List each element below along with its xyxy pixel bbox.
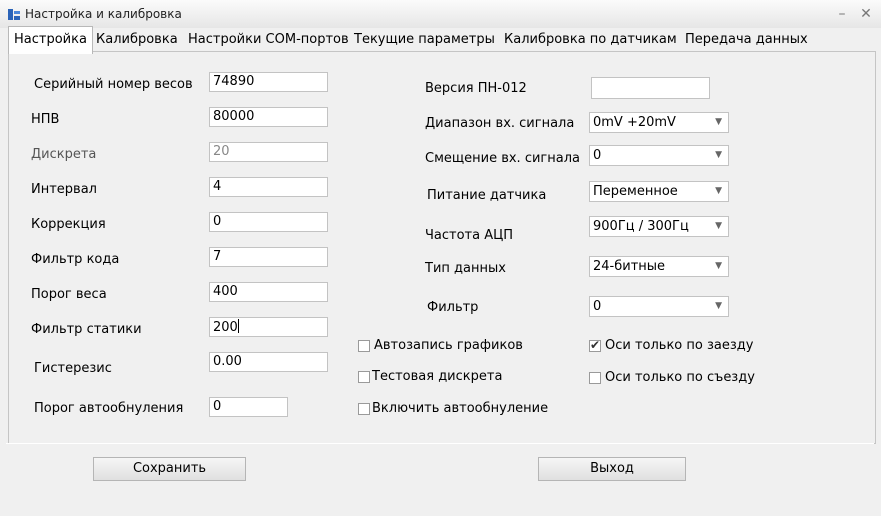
filter-select[interactable]: 0 ▼	[589, 296, 729, 317]
tab-current-params[interactable]: Текущие параметры	[349, 28, 500, 51]
tab-com-ports[interactable]: Настройки COM-портов	[183, 28, 354, 51]
chevron-down-icon: ▼	[715, 301, 722, 311]
filter-label: Фильтр	[427, 300, 479, 315]
data-type-select[interactable]: 24-битные ▼	[589, 256, 729, 277]
settings-panel: Серийный номер весов НПВ Дискрета Интерв…	[8, 51, 876, 444]
static-filter-value: 200	[213, 320, 238, 335]
npv-label: НПВ	[31, 112, 60, 127]
divider	[6, 443, 874, 444]
chevron-down-icon: ▼	[715, 221, 722, 231]
axles-on-entry-label: Оси только по заезду	[605, 338, 754, 353]
tab-bar: Настройка Калибровка Настройки COM-порто…	[8, 26, 874, 54]
test-discrete-label: Тестовая дискрета	[372, 369, 503, 384]
auto-zero-threshold-label: Порог автообнуления	[34, 401, 184, 416]
test-discrete-checkbox[interactable]	[358, 371, 370, 383]
input-offset-select[interactable]: 0 ▼	[589, 145, 729, 166]
chevron-down-icon: ▼	[715, 117, 722, 127]
data-type-label: Тип данных	[425, 261, 506, 276]
axles-on-exit-label: Оси только по съезду	[605, 370, 755, 385]
auto-record-graphs-label: Автозапись графиков	[374, 338, 523, 353]
input-range-label: Диапазон вх. сигнала	[425, 116, 575, 131]
adc-frequency-select[interactable]: 900Гц / 300Гц ▼	[589, 216, 729, 237]
sensor-power-select[interactable]: Переменное ▼	[589, 181, 729, 202]
text-caret	[237, 319, 239, 333]
tab-data-transfer[interactable]: Передача данных	[680, 28, 813, 51]
app-icon	[8, 9, 20, 20]
tab-settings[interactable]: Настройка	[8, 26, 93, 54]
weight-threshold-input[interactable]: 400	[209, 282, 328, 302]
title-bar: Настройка и калибровка – ✕	[0, 0, 881, 28]
weight-threshold-label: Порог веса	[31, 287, 107, 302]
static-filter-label: Фильтр статики	[31, 322, 142, 337]
discrete-label: Дискрета	[31, 147, 97, 162]
hysteresis-label: Гистерезис	[34, 361, 112, 376]
save-button[interactable]: Сохранить	[93, 457, 246, 481]
version-input[interactable]	[591, 77, 710, 99]
chevron-down-icon: ▼	[715, 186, 722, 196]
enable-auto-zero-checkbox[interactable]	[358, 403, 370, 415]
auto-zero-threshold-input[interactable]: 0	[209, 397, 288, 417]
interval-label: Интервал	[31, 182, 97, 197]
minimize-button[interactable]: –	[831, 4, 853, 24]
close-button[interactable]: ✕	[855, 4, 877, 24]
hysteresis-input[interactable]: 0.00	[209, 352, 328, 372]
input-offset-label: Смещение вх. сигнала	[425, 151, 580, 166]
serial-number-input[interactable]: 74890	[209, 72, 328, 92]
tab-sensor-calibration[interactable]: Калибровка по датчикам	[499, 28, 682, 51]
code-filter-input[interactable]: 7	[209, 247, 328, 267]
tab-calibration[interactable]: Калибровка	[91, 28, 183, 51]
adc-frequency-label: Частота АЦП	[425, 228, 513, 243]
code-filter-label: Фильтр кода	[31, 252, 120, 267]
correction-label: Коррекция	[31, 217, 106, 232]
input-range-select[interactable]: 0mV +20mV ▼	[589, 112, 729, 133]
sensor-power-value: Переменное	[593, 184, 678, 199]
serial-number-label: Серийный номер весов	[34, 77, 193, 92]
enable-auto-zero-label: Включить автообнуление	[372, 401, 549, 416]
correction-input[interactable]: 0	[209, 212, 328, 232]
sensor-power-label: Питание датчика	[427, 188, 547, 203]
input-offset-value: 0	[593, 148, 602, 163]
exit-button[interactable]: Выход	[538, 457, 686, 481]
data-type-value: 24-битные	[593, 259, 666, 274]
axles-on-entry-checkbox[interactable]: ✔	[589, 338, 601, 352]
input-range-value: 0mV +20mV	[593, 115, 676, 130]
check-icon: ✔	[590, 338, 601, 352]
adc-frequency-value: 900Гц / 300Гц	[593, 219, 689, 234]
discrete-input: 20	[209, 142, 328, 162]
static-filter-input[interactable]: 200	[209, 317, 328, 337]
interval-input[interactable]: 4	[209, 177, 328, 197]
filter-value: 0	[593, 299, 602, 314]
axles-on-exit-checkbox[interactable]	[589, 372, 601, 384]
window-title: Настройка и калибровка	[25, 7, 182, 21]
auto-record-graphs-checkbox[interactable]	[358, 340, 370, 352]
chevron-down-icon: ▼	[715, 261, 722, 271]
npv-input[interactable]: 80000	[209, 107, 328, 127]
version-label: Версия ПН-012	[425, 81, 527, 96]
chevron-down-icon: ▼	[715, 150, 722, 160]
